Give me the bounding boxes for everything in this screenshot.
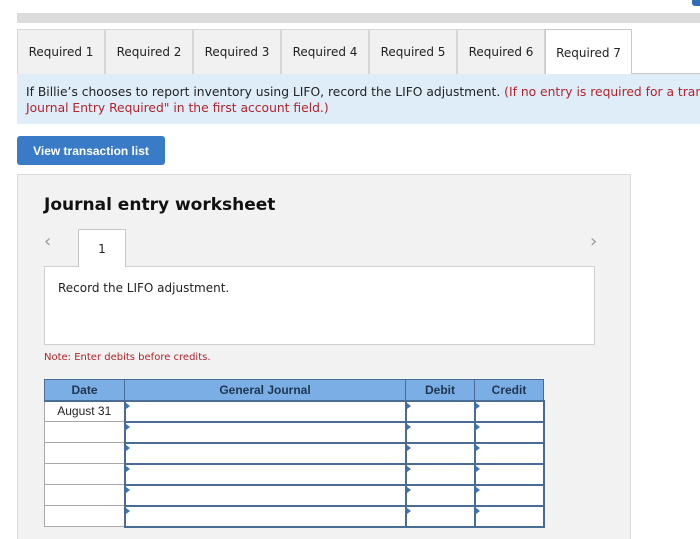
instruction-hint-continued: Journal Entry Required" in the first acc… xyxy=(26,101,329,115)
journal-entry-worksheet: Journal entry worksheet ‹ 1 › Record the… xyxy=(17,174,631,539)
tab-required-5[interactable]: Required 5 xyxy=(369,29,457,74)
flag-icon xyxy=(475,444,480,451)
date-cell[interactable] xyxy=(44,484,125,506)
credit-field[interactable] xyxy=(473,399,545,423)
debit-input[interactable] xyxy=(406,506,474,526)
account-input[interactable] xyxy=(125,506,405,526)
tab-required-2[interactable]: Required 2 xyxy=(105,29,193,74)
table-row: August 31 xyxy=(44,399,545,423)
account-field[interactable] xyxy=(123,462,407,486)
chevron-left-icon[interactable]: ‹ xyxy=(44,231,51,252)
header-debit: Debit xyxy=(405,379,475,402)
account-field[interactable] xyxy=(123,504,407,528)
dropdown-flag-icon xyxy=(125,486,130,493)
flag-icon xyxy=(406,444,411,451)
credit-field[interactable] xyxy=(473,420,545,444)
credit-input[interactable] xyxy=(475,422,543,442)
debit-input[interactable] xyxy=(406,485,474,505)
credit-input[interactable] xyxy=(475,485,543,505)
header-credit: Credit xyxy=(474,379,544,402)
flag-icon xyxy=(406,402,411,409)
credit-field[interactable] xyxy=(473,441,545,465)
date-cell[interactable] xyxy=(44,421,125,443)
flag-icon xyxy=(475,486,480,493)
account-input[interactable] xyxy=(125,401,405,421)
date-cell[interactable] xyxy=(44,463,125,485)
tab-required-3[interactable]: Required 3 xyxy=(193,29,281,74)
flag-icon xyxy=(406,465,411,472)
requirement-tabs: Required 1 Required 2 Required 3 Require… xyxy=(17,29,700,75)
dropdown-flag-icon xyxy=(125,465,130,472)
account-field[interactable] xyxy=(123,483,407,507)
tab-required-6[interactable]: Required 6 xyxy=(457,29,545,74)
worksheet-title: Journal entry worksheet xyxy=(44,195,276,215)
instruction-text: If Billie’s chooses to report inventory … xyxy=(26,85,501,99)
table-row xyxy=(44,441,545,465)
header-date: Date xyxy=(44,379,125,402)
flag-icon xyxy=(475,423,480,430)
tab-required-1[interactable]: Required 1 xyxy=(17,29,105,74)
journal-header-row: Date General Journal Debit Credit xyxy=(44,379,544,402)
view-transaction-list-button[interactable]: View transaction list xyxy=(17,136,165,165)
debit-input[interactable] xyxy=(406,443,474,463)
date-cell[interactable] xyxy=(44,442,125,464)
debit-field[interactable] xyxy=(404,441,476,465)
flag-icon xyxy=(406,486,411,493)
credit-input[interactable] xyxy=(475,401,543,421)
debit-field[interactable] xyxy=(404,399,476,423)
debit-field[interactable] xyxy=(404,504,476,528)
credit-input[interactable] xyxy=(475,506,543,526)
flag-icon xyxy=(475,402,480,409)
debits-note: Note: Enter debits before credits. xyxy=(44,352,211,363)
table-row xyxy=(44,483,545,507)
account-field[interactable] xyxy=(123,399,407,423)
debit-field[interactable] xyxy=(404,420,476,444)
flag-icon xyxy=(406,423,411,430)
debit-field[interactable] xyxy=(404,462,476,486)
credit-field[interactable] xyxy=(473,504,545,528)
tab-required-4[interactable]: Required 4 xyxy=(281,29,369,74)
corner-badge xyxy=(692,0,700,6)
debit-input[interactable] xyxy=(406,464,474,484)
credit-input[interactable] xyxy=(475,443,543,463)
credit-field[interactable] xyxy=(473,483,545,507)
journal-table: Date General Journal Debit Credit August… xyxy=(44,379,545,528)
dropdown-flag-icon xyxy=(125,444,130,451)
tab-required-7[interactable]: Required 7 xyxy=(545,29,632,75)
account-input[interactable] xyxy=(125,422,405,442)
instruction-banner: If Billie’s chooses to report inventory … xyxy=(17,74,700,124)
chevron-right-icon[interactable]: › xyxy=(590,231,597,252)
flag-icon xyxy=(475,465,480,472)
entry-tab-1[interactable]: 1 xyxy=(78,229,126,267)
entry-description: Record the LIFO adjustment. xyxy=(58,281,230,295)
entry-description-box: Record the LIFO adjustment. xyxy=(44,266,595,345)
credit-field[interactable] xyxy=(473,462,545,486)
date-cell[interactable] xyxy=(44,505,125,527)
table-row xyxy=(44,504,545,528)
progress-bar xyxy=(17,13,700,23)
dropdown-flag-icon xyxy=(125,423,130,430)
dropdown-flag-icon xyxy=(125,402,130,409)
table-row xyxy=(44,420,545,444)
header-general-journal: General Journal xyxy=(124,379,406,402)
date-cell: August 31 xyxy=(44,400,125,422)
account-field[interactable] xyxy=(123,441,407,465)
debit-field[interactable] xyxy=(404,483,476,507)
table-row xyxy=(44,462,545,486)
debit-input[interactable] xyxy=(406,422,474,442)
debit-input[interactable] xyxy=(406,401,474,421)
flag-icon xyxy=(475,507,480,514)
instruction-hint: (If no entry is required for a tran xyxy=(504,85,700,99)
flag-icon xyxy=(406,507,411,514)
account-input[interactable] xyxy=(125,443,405,463)
account-field[interactable] xyxy=(123,420,407,444)
credit-input[interactable] xyxy=(475,464,543,484)
account-input[interactable] xyxy=(125,485,405,505)
dropdown-flag-icon xyxy=(125,507,130,514)
account-input[interactable] xyxy=(125,464,405,484)
